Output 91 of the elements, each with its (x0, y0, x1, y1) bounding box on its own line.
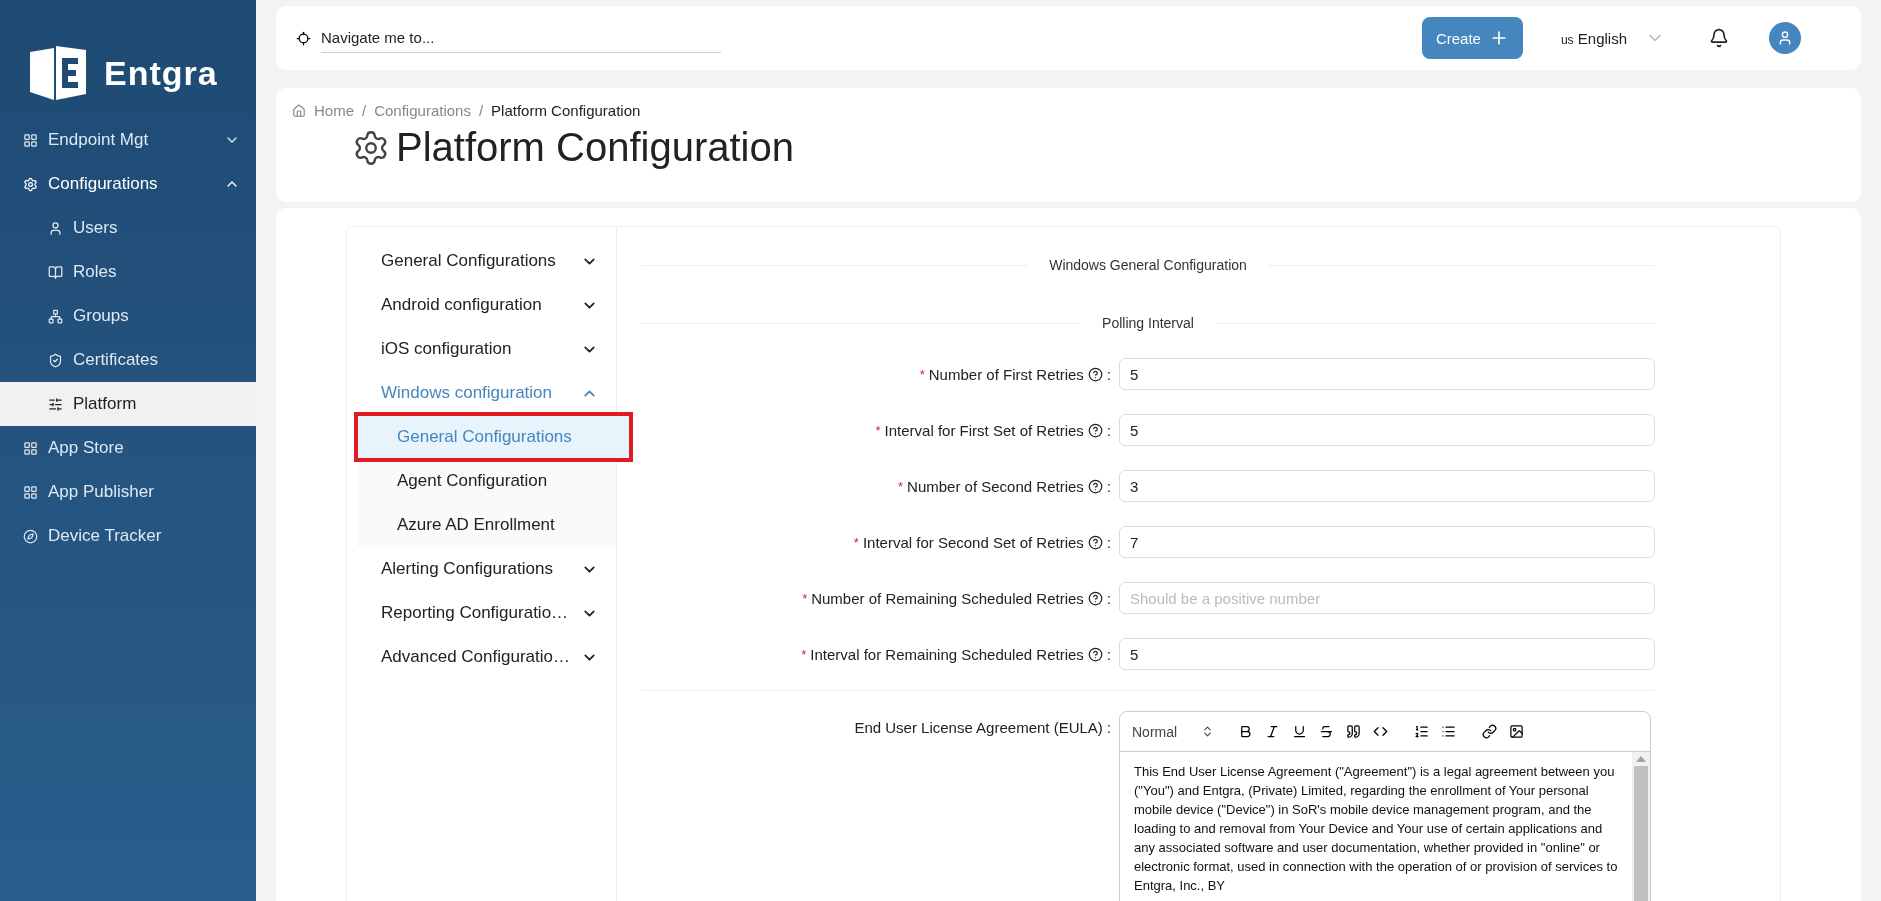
menu-item-icon (48, 396, 63, 412)
config-submenu-item[interactable]: General Configurations (357, 415, 630, 459)
page-title: Platform Configuration (396, 125, 794, 170)
help-icon[interactable] (1087, 478, 1103, 494)
home-icon (292, 103, 306, 118)
strikethrough-button[interactable] (1319, 724, 1335, 739)
menu-item-icon (23, 132, 38, 148)
help-icon[interactable] (1087, 534, 1103, 550)
field-label: Interval for Second Set of Retries (862, 533, 1084, 551)
search-field[interactable]: Navigate me to... (321, 23, 721, 53)
eula-text: This End User License Agreement ("Agreement") is a legal agreement between you ("You") and Entgra, (Private) Limited, regarding the enrollment of Your personal mobile device ("Device") in SoR's mobile device management program, and the loading to and removal from Your Device and Your use of certain applications and any associated software and user documentation, whether provided in "online" or electronic format, used in connection with the operation of or provision of services to Entgra, Inc., BY (1133, 763, 1619, 895)
subsection-title: Polling Interval (1102, 315, 1194, 331)
italic-button[interactable] (1265, 724, 1281, 739)
input-field[interactable]: 5 (1119, 358, 1655, 390)
label-colon: : (1106, 365, 1111, 383)
sidebar-subitem[interactable]: Platform (0, 382, 256, 426)
sidebar-item[interactable]: Endpoint Mgt (0, 118, 256, 162)
field-label: Number of Second Retries (907, 477, 1084, 495)
field-label: Interval for Remaining Scheduled Retries (810, 645, 1084, 663)
breadcrumb-link[interactable]: Home (314, 102, 354, 119)
required-mark: * (898, 478, 904, 494)
config-menu-item[interactable]: General Configurations (347, 239, 616, 283)
config-submenu-item[interactable]: Agent Configuration (357, 459, 616, 503)
breadcrumb-link[interactable]: Platform Configuration (491, 102, 641, 119)
help-icon[interactable] (1087, 646, 1103, 662)
menu-item-icon (48, 308, 63, 324)
image-button[interactable] (1509, 724, 1525, 739)
scrollbar-drawing[interactable] (1632, 752, 1650, 901)
required-mark: * (801, 646, 807, 662)
sidebar-subitem[interactable]: Roles (0, 250, 256, 294)
sidebar-subitem[interactable]: Users (0, 206, 256, 250)
link-button[interactable] (1482, 724, 1498, 739)
required-mark: * (802, 590, 808, 606)
sidebar-item[interactable]: Device Tracker (0, 514, 256, 558)
breadcrumb-separator: / (478, 102, 484, 119)
config-menu-item[interactable]: iOS configuration (347, 327, 616, 371)
required-mark: * (875, 422, 881, 438)
required-mark: * (853, 534, 859, 550)
menu-item-icon (23, 176, 38, 192)
config-menu-item[interactable]: Windows configuration (347, 371, 616, 415)
field-label: Interval for First Set of Retries (884, 421, 1084, 439)
help-icon[interactable] (1087, 422, 1103, 438)
menu-item-icon (23, 440, 38, 456)
notification-button[interactable] (1709, 28, 1729, 48)
config-submenu-item[interactable]: Azure AD Enrollment (357, 503, 616, 547)
quote-button[interactable] (1346, 724, 1362, 739)
config-menu-item[interactable]: Android configuration (347, 283, 616, 327)
code-button[interactable] (1373, 724, 1389, 739)
label-colon: : (1106, 533, 1111, 551)
menu-item-icon (48, 352, 63, 368)
rich-text-editor[interactable] (1119, 711, 1651, 901)
label-colon: : (1106, 719, 1111, 736)
config-menu-item[interactable]: Advanced Configuratio… (347, 635, 616, 679)
help-icon[interactable] (1087, 590, 1103, 606)
sidebar-subitem[interactable]: Certificates (0, 338, 256, 382)
sidebar-item[interactable]: App Publisher (0, 470, 256, 514)
menu-item-icon (48, 264, 63, 280)
menu-item-icon (48, 220, 63, 236)
field-label: Number of Remaining Scheduled Retries (811, 589, 1084, 607)
field-label: End User License Agreement (EULA) (854, 719, 1103, 736)
required-mark: * (919, 366, 925, 382)
label-colon: : (1106, 421, 1111, 439)
sidebar-item[interactable]: Configurations (0, 162, 256, 206)
label-colon: : (1106, 589, 1111, 607)
breadcrumb-separator: / (362, 102, 367, 119)
sidebar-item[interactable]: App Store (0, 426, 256, 470)
sidebar-subitem[interactable]: Groups (0, 294, 256, 338)
config-menu-item[interactable]: Alerting Configurations (347, 547, 616, 591)
input-field[interactable]: 5 (1119, 414, 1655, 446)
brand-name: Entgra (104, 53, 218, 93)
input-field[interactable]: 5 (1119, 638, 1655, 670)
input-field[interactable]: 7 (1119, 526, 1655, 558)
label-colon: : (1106, 477, 1111, 495)
label-colon: : (1106, 645, 1111, 663)
config-menu-item[interactable]: Reporting Configuratio… (347, 591, 616, 635)
input-field[interactable]: 3 (1119, 470, 1655, 502)
locate-icon (296, 30, 311, 46)
format-select[interactable]: Normal (1132, 723, 1215, 740)
field-label: Number of First Retries (928, 365, 1084, 383)
menu-item-icon (23, 528, 38, 544)
avatar[interactable] (1769, 22, 1801, 54)
breadcrumb-link[interactable]: Configurations (374, 102, 471, 119)
language-select[interactable]: us English (1560, 28, 1665, 48)
section-title: Windows General Configuration (1049, 257, 1247, 273)
help-icon[interactable] (1087, 366, 1103, 382)
ordered-list-button[interactable] (1414, 724, 1430, 739)
menu-item-icon (23, 484, 38, 500)
bullet-list-button[interactable] (1441, 724, 1457, 739)
underline-button[interactable] (1292, 724, 1308, 739)
input-field[interactable]: Should be a positive number (1119, 582, 1655, 614)
create-button[interactable]: Create (1421, 17, 1523, 59)
